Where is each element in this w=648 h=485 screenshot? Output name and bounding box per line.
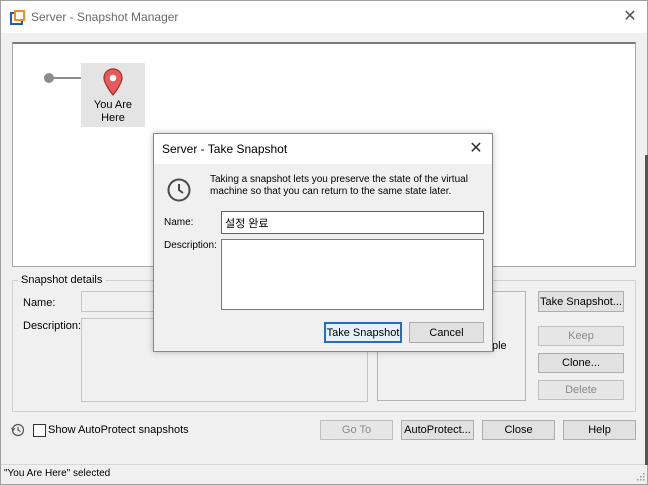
dialog-info-text: Taking a snapshot lets you preserve the … [210, 174, 490, 198]
snapshot-details-legend: Snapshot details [18, 274, 106, 286]
clone-button[interactable]: Clone... [538, 353, 624, 373]
cancel-button[interactable]: Cancel [409, 322, 484, 343]
dialog-title: Server - Take Snapshot [162, 142, 288, 156]
status-bar: "You Are Here" selected [1, 464, 647, 484]
history-icon [11, 423, 25, 437]
keep-button[interactable]: Keep [538, 326, 624, 346]
snapshot-description-input[interactable] [221, 239, 484, 310]
go-to-button[interactable]: Go To [320, 420, 393, 440]
dialog-titlebar: Server - Take Snapshot ✕ [154, 134, 492, 164]
help-button[interactable]: Help [563, 420, 636, 440]
delete-button[interactable]: Delete [538, 380, 624, 400]
status-text: "You Are Here" selected [4, 468, 111, 479]
snapshot-name-input[interactable] [221, 211, 484, 234]
window-title: Server - Snapshot Manager [31, 10, 179, 24]
close-button[interactable]: Close [482, 420, 555, 440]
clock-icon [167, 178, 191, 202]
resize-grip-icon[interactable] [635, 471, 645, 481]
you-are-here-line2: Here [101, 112, 125, 124]
details-name-field [81, 291, 161, 312]
dialog-description-label: Description: [164, 240, 217, 251]
dialog-info-line2: machine so that you can return to the sa… [210, 186, 452, 197]
you-are-here-line1: You Are [93, 99, 133, 111]
take-snapshot-confirm-button[interactable]: Take Snapshot [324, 322, 402, 343]
details-description-label: Description: [23, 320, 82, 332]
dialog-close-button[interactable]: ✕ [464, 138, 488, 160]
tree-root-dot[interactable] [44, 73, 54, 83]
window-close-button[interactable]: ✕ [617, 5, 643, 29]
you-are-here-node[interactable]: You Are Here [81, 63, 145, 127]
details-name-label: Name: [23, 297, 56, 309]
show-autoprotect-checkbox[interactable] [33, 424, 46, 437]
dialog-info-line1: Taking a snapshot lets you preserve the … [210, 174, 468, 185]
window-titlebar: Server - Snapshot Manager ✕ [1, 1, 647, 33]
you-are-here-label: You Are Here [81, 99, 145, 125]
take-snapshot-side-button[interactable]: Take Snapshot... [538, 291, 624, 312]
location-pin-icon [103, 68, 123, 96]
vmware-icon [10, 10, 25, 25]
details-preview-partial-text: ple [492, 340, 507, 352]
dialog-name-label: Name: [164, 217, 194, 228]
take-snapshot-dialog: Server - Take Snapshot ✕ Taking a snapsh… [153, 133, 493, 352]
autoprotect-button[interactable]: AutoProtect... [401, 420, 474, 440]
show-autoprotect-label[interactable]: Show AutoProtect snapshots [48, 424, 189, 436]
